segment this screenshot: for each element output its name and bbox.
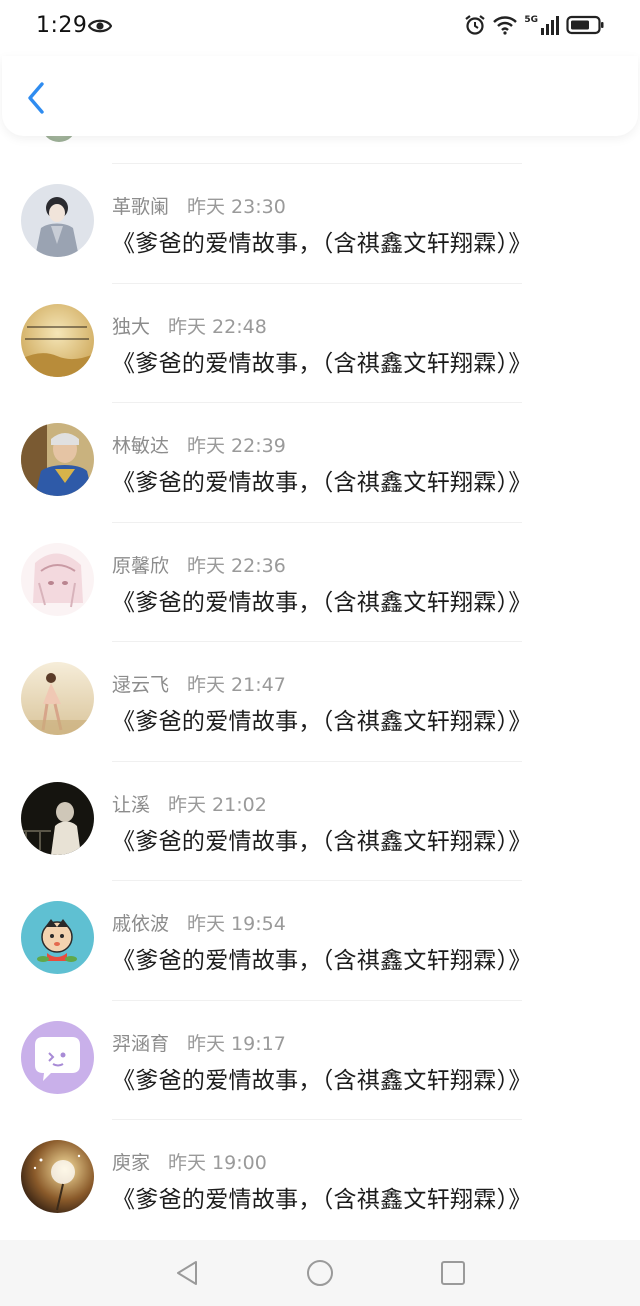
signal-icon [541, 16, 559, 35]
wifi-icon [493, 16, 518, 35]
comment-time: 昨天 22:36 [187, 554, 286, 577]
system-navigation-bar [0, 1240, 640, 1306]
list-item[interactable]: 林敏达 昨天 22:39 《爹爸的爱情故事，（含祺鑫文轩翔霖）》 [0, 403, 640, 523]
alarm-icon [465, 15, 486, 35]
comment-text: 《爹爸的爱情故事，（含祺鑫文轩翔霖）》 [112, 828, 532, 855]
status-bar: 1:29 5G [0, 0, 640, 56]
commenter-name[interactable]: 让溪 [112, 790, 150, 817]
comment-time: 昨天 22:39 [187, 435, 286, 457]
comment-text: 《爹爸的爱情故事，（含祺鑫文轩翔霖）》 [112, 350, 532, 377]
avatar[interactable] [21, 542, 94, 616]
circle-home-icon[interactable] [305, 1258, 335, 1288]
avatar[interactable] [21, 303, 94, 377]
commenter-name[interactable]: 革歌阑 [112, 192, 169, 219]
comment-text: 《爹爸的爱情故事，（含祺鑫文轩翔霖）》 [112, 1067, 532, 1094]
comment-text: 《爹爸的爱情故事，（含祺鑫文轩翔霖）》 [112, 1187, 532, 1213]
eye-icon [88, 19, 112, 33]
comment-time: 昨天 19:17 [187, 1032, 286, 1055]
list-item[interactable]: 逯云飞 昨天 21:47 《爹爸的爱情故事，（含祺鑫文轩翔霖）》 [0, 642, 640, 762]
status-icons: 5G [464, 14, 604, 36]
commenter-name[interactable]: 庾家 [112, 1148, 150, 1175]
status-time: 1:29 [36, 13, 88, 38]
avatar[interactable] [21, 1020, 94, 1094]
triangle-back-icon[interactable] [172, 1258, 202, 1288]
comment-list[interactable]: 革歌阑 昨天 23:30 《爹爸的爱情故事，（含祺鑫文轩翔霖）》 独大 昨天 2… [0, 128, 640, 1240]
commenter-name[interactable]: 林敏达 [112, 431, 169, 458]
avatar[interactable] [21, 662, 94, 735]
avatar[interactable] [21, 901, 94, 974]
list-item[interactable]: 原馨欣 昨天 22:36 《爹爸的爱情故事，（含祺鑫文轩翔霖）》 [0, 523, 640, 642]
comment-text: 《爹爸的爱情故事，（含祺鑫文轩翔霖）》 [112, 948, 532, 974]
comment-time: 昨天 21:02 [168, 793, 267, 816]
comment-time: 昨天 22:48 [168, 315, 267, 338]
commenter-name[interactable]: 独大 [112, 312, 150, 339]
network-type-label: 5G [524, 15, 538, 25]
avatar[interactable] [21, 1140, 94, 1213]
top-app-bar [2, 56, 638, 136]
avatar[interactable] [21, 423, 94, 496]
list-item[interactable]: 庾家 昨天 19:00 《爹爸的爱情故事，（含祺鑫文轩翔霖）》 [0, 1120, 640, 1240]
commenter-name[interactable]: 原馨欣 [112, 551, 169, 578]
comment-text: 《爹爸的爱情故事，（含祺鑫文轩翔霖）》 [112, 231, 532, 257]
list-item[interactable]: 戚依波 昨天 19:54 《爹爸的爱情故事，（含祺鑫文轩翔霖）》 [0, 881, 640, 1001]
commenter-name[interactable]: 戚依波 [112, 909, 169, 936]
comment-time: 昨天 19:54 [187, 913, 286, 935]
comment-text: 《爹爸的爱情故事，（含祺鑫文轩翔霖）》 [112, 470, 532, 496]
list-item[interactable]: 革歌阑 昨天 23:30 《爹爸的爱情故事，（含祺鑫文轩翔霖）》 [0, 164, 640, 284]
commenter-name[interactable]: 羿涵育 [112, 1029, 169, 1056]
chevron-left-icon[interactable] [22, 78, 52, 118]
avatar[interactable] [21, 781, 94, 855]
comment-time: 昨天 19:00 [168, 1152, 267, 1174]
comment-time: 昨天 21:47 [187, 674, 286, 696]
commenter-name[interactable]: 逯云飞 [112, 670, 169, 697]
comment-text: 《爹爸的爱情故事，（含祺鑫文轩翔霖）》 [112, 589, 532, 616]
battery-icon [566, 15, 604, 35]
comment-time: 昨天 23:30 [187, 196, 286, 218]
list-item[interactable]: 让溪 昨天 21:02 《爹爸的爱情故事，（含祺鑫文轩翔霖）》 [0, 762, 640, 881]
square-recents-icon[interactable] [438, 1258, 468, 1288]
list-item[interactable]: 独大 昨天 22:48 《爹爸的爱情故事，（含祺鑫文轩翔霖）》 [0, 284, 640, 403]
list-item[interactable]: 羿涵育 昨天 19:17 《爹爸的爱情故事，（含祺鑫文轩翔霖）》 [0, 1001, 640, 1120]
comment-text: 《爹爸的爱情故事，（含祺鑫文轩翔霖）》 [112, 709, 532, 735]
avatar[interactable] [21, 184, 94, 257]
